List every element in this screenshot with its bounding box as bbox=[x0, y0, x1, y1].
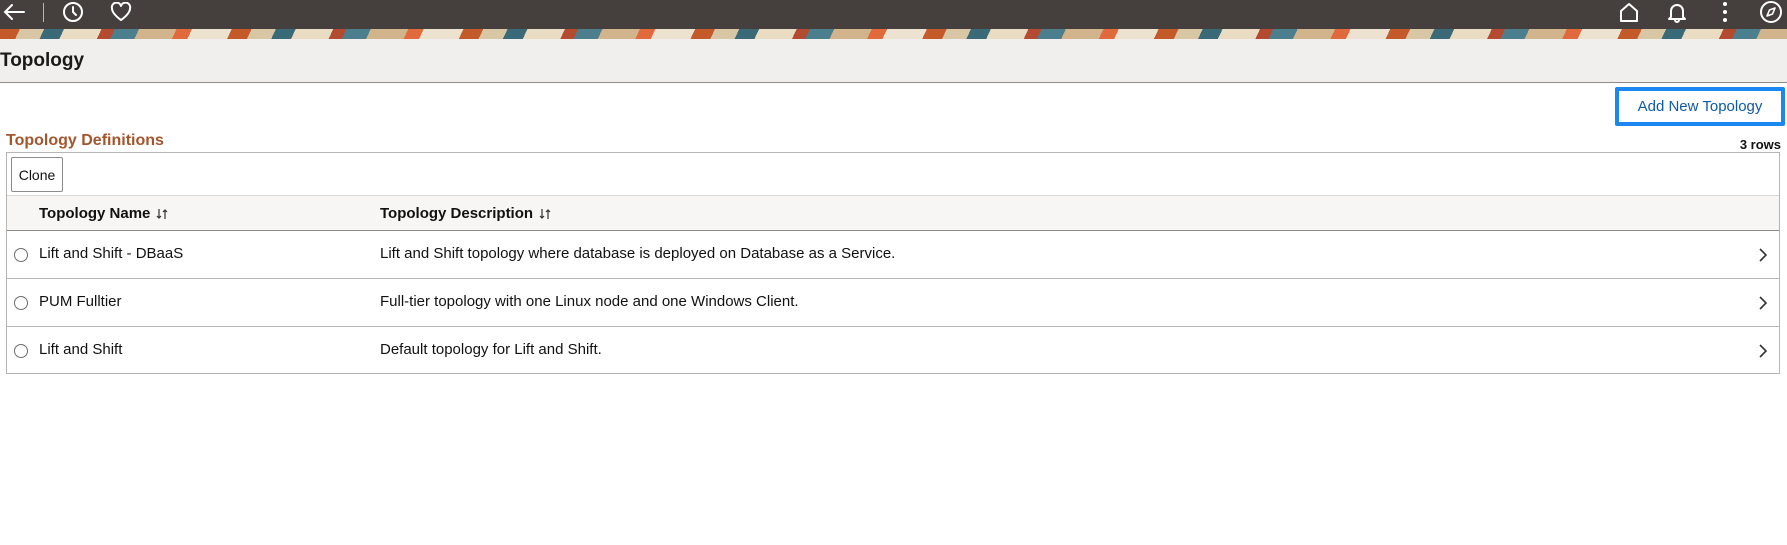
row-select-radio[interactable] bbox=[14, 248, 28, 262]
back-arrow-icon[interactable] bbox=[0, 0, 28, 24]
topology-description-cell: Lift and Shift topology where database i… bbox=[380, 245, 896, 262]
column-header-label: Topology Description bbox=[380, 205, 534, 222]
column-header-label: Topology Name bbox=[39, 205, 151, 222]
grid-header: Topology Name Topology Description bbox=[7, 196, 1779, 231]
table-row[interactable]: Lift and Shift Default topology for Lift… bbox=[7, 327, 1779, 375]
topology-description-cell: Full-tier topology with one Linux node a… bbox=[380, 293, 799, 310]
topology-grid: Clone Topology Name Topology Description… bbox=[6, 152, 1780, 374]
decorative-banner bbox=[0, 29, 1787, 39]
sort-icon[interactable] bbox=[539, 208, 551, 220]
home-icon[interactable] bbox=[1615, 0, 1643, 24]
favorites-heart-icon[interactable] bbox=[107, 0, 135, 24]
row-count: 3 rows bbox=[1739, 137, 1781, 152]
grid-title: Topology Definitions bbox=[6, 132, 164, 149]
table-row[interactable]: PUM Fulltier Full-tier topology with one… bbox=[7, 279, 1779, 327]
column-header-topology-name[interactable]: Topology Name bbox=[39, 205, 168, 222]
row-select-radio[interactable] bbox=[14, 344, 28, 358]
clone-button[interactable]: Clone bbox=[11, 157, 63, 192]
chevron-right-icon[interactable] bbox=[1755, 295, 1771, 311]
topology-name-cell: Lift and Shift - DBaaS bbox=[39, 245, 184, 262]
toolbar-divider bbox=[43, 3, 44, 22]
topology-name-cell: Lift and Shift bbox=[39, 341, 123, 358]
grid-toolbar: Clone bbox=[7, 153, 1779, 196]
column-header-topology-description[interactable]: Topology Description bbox=[380, 205, 551, 222]
row-select-radio[interactable] bbox=[14, 296, 28, 310]
topology-name-cell: PUM Fulltier bbox=[39, 293, 122, 310]
more-actions-icon[interactable] bbox=[1711, 0, 1739, 24]
sort-icon[interactable] bbox=[156, 208, 168, 220]
page-title: Topology bbox=[0, 50, 85, 71]
topology-description-cell: Default topology for Lift and Shift. bbox=[380, 341, 602, 358]
navigator-compass-icon[interactable] bbox=[1757, 0, 1785, 24]
table-row[interactable]: Lift and Shift - DBaaS Lift and Shift to… bbox=[7, 231, 1779, 279]
chevron-right-icon[interactable] bbox=[1755, 343, 1771, 359]
history-icon[interactable] bbox=[59, 0, 87, 24]
add-new-topology-button[interactable]: Add New Topology bbox=[1615, 87, 1785, 126]
top-navigation-bar bbox=[0, 0, 1787, 29]
chevron-right-icon[interactable] bbox=[1755, 247, 1771, 263]
page-header: Topology bbox=[0, 39, 1787, 83]
notification-bell-icon[interactable] bbox=[1663, 0, 1691, 24]
